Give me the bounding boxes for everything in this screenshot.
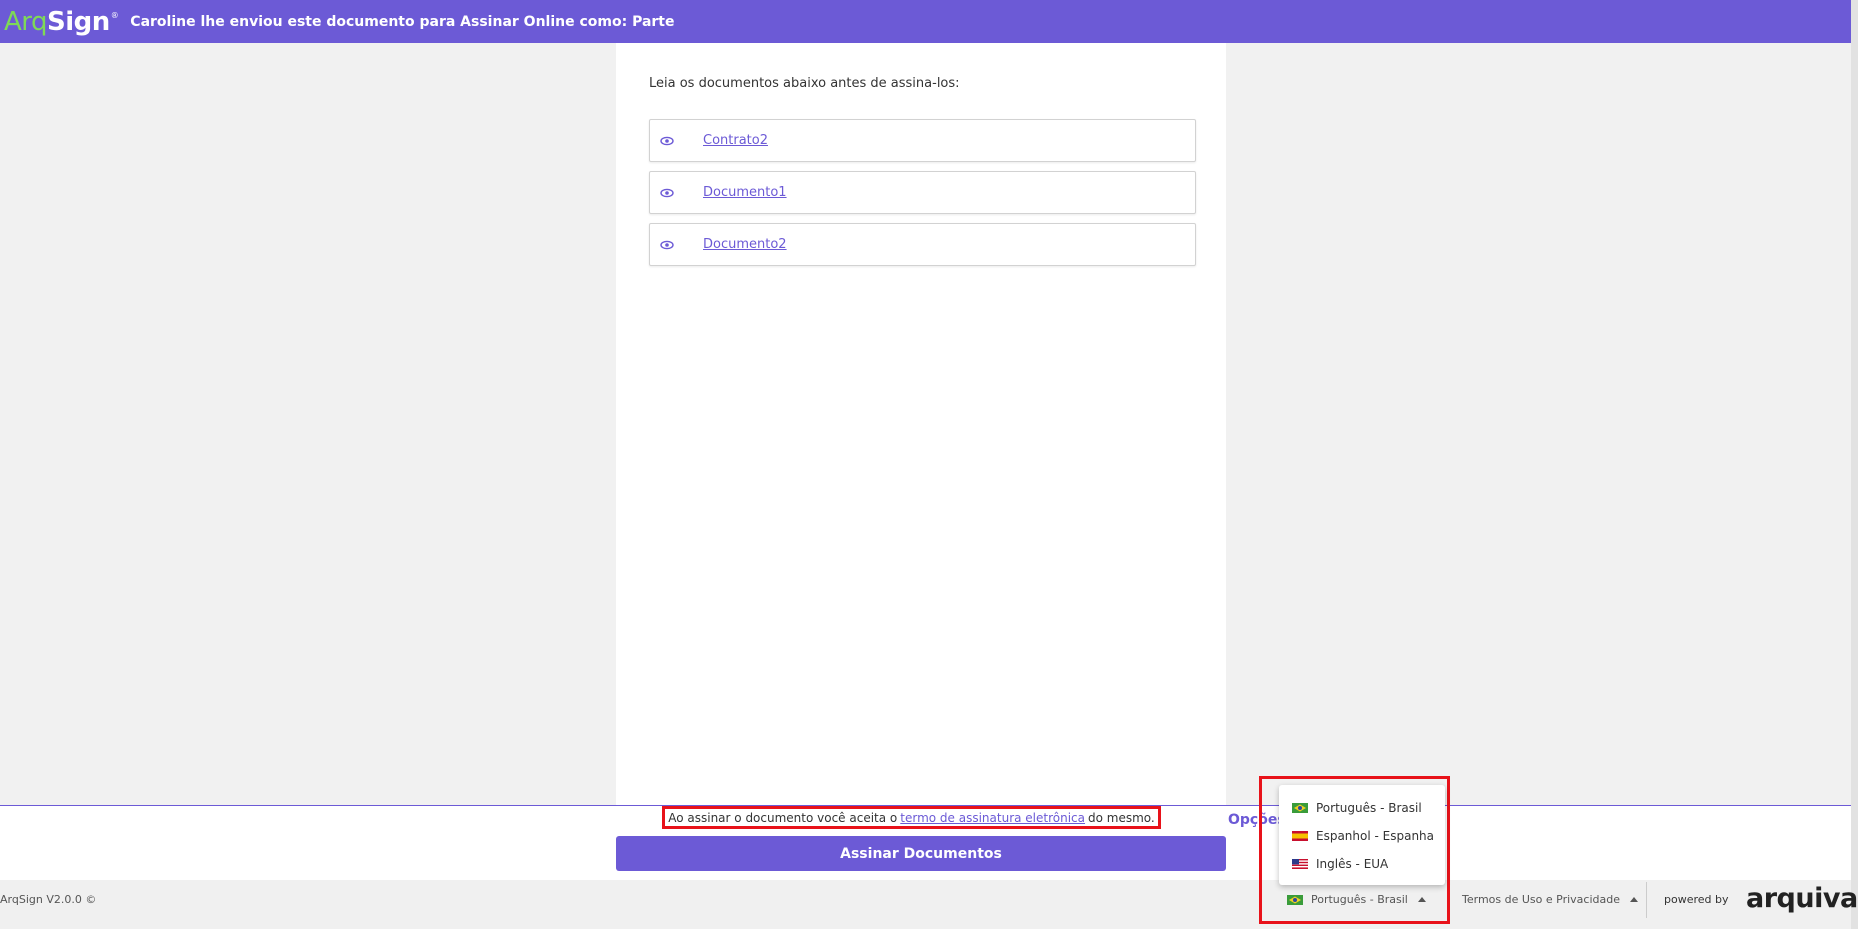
terms-privacy-selector[interactable]: Termos de Uso e Privacidade — [1462, 893, 1638, 906]
terms-suffix: do mesmo. — [1088, 810, 1155, 825]
page-scrollbar[interactable] — [1851, 0, 1858, 929]
logo-arq: Arq — [4, 6, 48, 37]
language-label: Português - Brasil — [1316, 801, 1422, 815]
footer-divider — [1646, 882, 1647, 918]
logo-registered: ® — [110, 10, 119, 20]
document-link[interactable]: Contrato2 — [703, 133, 768, 148]
arquivar-logo: arquivar. — [1746, 883, 1858, 914]
logo-sign: Sign — [47, 6, 110, 37]
spain-flag-icon — [1292, 831, 1308, 841]
top-bar: Arq Sign ® Caroline lhe enviou este docume… — [0, 0, 1851, 43]
language-option-en-us[interactable]: Inglês - EUA — [1292, 857, 1388, 871]
version-text: ArqSign V2.0.0 © — [0, 893, 97, 906]
caret-up-icon — [1417, 897, 1426, 902]
arqsign-logo: Arq Sign ® — [4, 6, 119, 37]
caret-up-icon — [1630, 897, 1638, 902]
eye-icon[interactable] — [660, 136, 674, 146]
document-item-documento2[interactable]: Documento2 — [649, 223, 1196, 266]
eye-icon[interactable] — [660, 188, 674, 198]
terms-notice: Ao assinar o documento você aceita o ter… — [662, 806, 1161, 829]
brand-name: arquivar — [1746, 883, 1858, 914]
document-link[interactable]: Documento2 — [703, 237, 787, 252]
document-link[interactable]: Documento1 — [703, 185, 787, 200]
language-option-pt-br[interactable]: Português - Brasil — [1292, 801, 1422, 815]
intro-text: Leia os documentos abaixo antes de assin… — [649, 76, 960, 91]
powered-by-text: powered by — [1664, 893, 1729, 906]
sign-documents-button[interactable]: Assinar Documentos — [616, 836, 1226, 871]
eye-icon[interactable] — [660, 240, 674, 250]
language-selected-label: Português - Brasil — [1311, 893, 1408, 906]
page-title: Caroline lhe enviou este documento para … — [130, 13, 675, 30]
terms-privacy-label: Termos de Uso e Privacidade — [1462, 893, 1620, 906]
documents-panel: Leia os documentos abaixo antes de assin… — [616, 43, 1226, 805]
brazil-flag-icon — [1287, 894, 1303, 905]
language-label: Espanhol - Espanha — [1316, 829, 1435, 843]
language-label: Inglês - EUA — [1316, 857, 1389, 871]
usa-flag-icon — [1292, 859, 1308, 869]
terms-link[interactable]: termo de assinatura eletrônica — [900, 811, 1085, 825]
document-item-documento1[interactable]: Documento1 — [649, 171, 1196, 214]
language-selector[interactable]: Português - Brasil — [1287, 893, 1426, 906]
brazil-flag-icon — [1292, 803, 1308, 813]
language-menu: Português - Brasil Espanhol - Espanha In… — [1279, 785, 1445, 885]
terms-prefix: Ao assinar o documento você aceita o — [668, 810, 898, 825]
document-item-contrato2[interactable]: Contrato2 — [649, 119, 1196, 162]
language-option-es-es[interactable]: Espanhol - Espanha — [1292, 829, 1434, 843]
